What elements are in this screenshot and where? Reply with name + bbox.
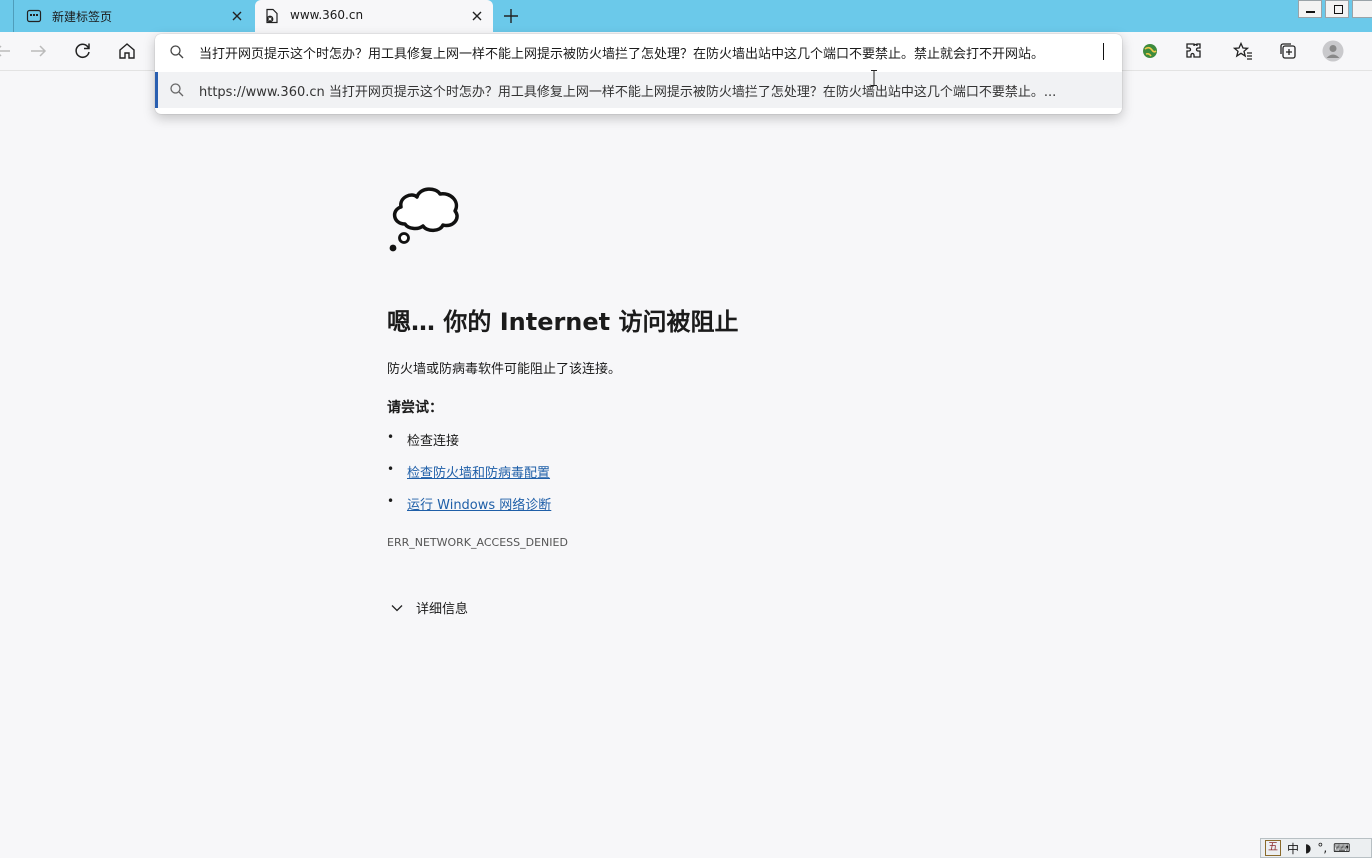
details-toggle[interactable]: 详细信息 bbox=[390, 598, 468, 617]
address-input[interactable]: 当打开网页提示这个时怎办？用工具修复上网一样不能上网提示被防火墙拦了怎处理？在防… bbox=[199, 43, 1109, 62]
search-icon bbox=[170, 83, 184, 97]
text-caret bbox=[1103, 43, 1104, 60]
extension-globe-icon[interactable] bbox=[1140, 41, 1160, 61]
punctuation-icon[interactable]: °, bbox=[1317, 841, 1327, 855]
close-window-button[interactable] bbox=[1352, 0, 1372, 18]
new-tab-page-icon bbox=[26, 9, 42, 23]
back-icon[interactable] bbox=[0, 41, 12, 61]
address-bar-dropdown: 当打开网页提示这个时怎办？用工具修复上网一样不能上网提示被防火墙拦了怎处理？在防… bbox=[155, 34, 1122, 114]
restore-button[interactable] bbox=[1325, 0, 1349, 18]
chevron-down-icon bbox=[391, 604, 403, 611]
list-item: 检查连接 bbox=[387, 430, 551, 462]
suggestion-row[interactable]: https://www.360.cn 当打开网页提示这个时怎办？用工具修复上网一… bbox=[155, 72, 1122, 108]
collections-icon[interactable] bbox=[1278, 41, 1298, 61]
forward-icon[interactable] bbox=[29, 41, 49, 61]
error-description: 防火墙或防病毒软件可能阻止了该连接。 bbox=[387, 362, 622, 377]
keyboard-icon[interactable]: ⌨ bbox=[1333, 841, 1350, 855]
check-firewall-link[interactable]: 检查防火墙和防病毒配置 bbox=[407, 466, 550, 481]
refresh-icon[interactable] bbox=[73, 41, 93, 61]
thought-cloud-icon bbox=[389, 187, 459, 252]
tab-www-360[interactable]: www.360.cn bbox=[255, 0, 493, 32]
details-label: 详细信息 bbox=[416, 602, 469, 617]
extensions-icon[interactable] bbox=[1184, 41, 1204, 61]
home-icon[interactable] bbox=[117, 41, 137, 61]
suggestion-text: https://www.360.cn 当打开网页提示这个时怎办？用工具修复上网一… bbox=[199, 85, 1057, 100]
address-bar[interactable]: 当打开网页提示这个时怎办？用工具修复上网一样不能上网提示被防火墙拦了怎处理？在防… bbox=[155, 34, 1122, 70]
list-item: 检查防火墙和防病毒配置 bbox=[387, 462, 551, 494]
check-connection-text: 检查连接 bbox=[407, 434, 460, 449]
moon-icon[interactable]: ◗ bbox=[1305, 841, 1311, 855]
error-code: ERR_NETWORK_ACCESS_DENIED bbox=[387, 536, 568, 549]
suggestion-list: 检查连接 检查防火墙和防病毒配置 运行 Windows 网络诊断 bbox=[387, 430, 551, 526]
try-heading: 请尝试： bbox=[387, 400, 443, 416]
minimize-button[interactable] bbox=[1298, 0, 1322, 18]
tab-strip: 新建标签页 www.360.cn bbox=[0, 0, 1372, 32]
error-title: 嗯… 你的 Internet 访问被阻止 bbox=[387, 308, 739, 336]
close-icon[interactable] bbox=[229, 8, 245, 24]
ime-mode-indicator[interactable]: 五 bbox=[1265, 840, 1281, 856]
profile-avatar-icon[interactable] bbox=[1322, 40, 1344, 62]
tab-title: 新建标签页 bbox=[52, 10, 113, 24]
new-tab-plus-icon[interactable] bbox=[501, 6, 521, 26]
window-controls bbox=[1295, 0, 1372, 18]
tab-new-tab[interactable]: 新建标签页 bbox=[13, 0, 253, 32]
network-diagnostics-link[interactable]: 运行 Windows 网络诊断 bbox=[407, 498, 551, 513]
list-item: 运行 Windows 网络诊断 bbox=[387, 494, 551, 526]
blocked-page-icon bbox=[266, 8, 278, 24]
ime-language[interactable]: 中 bbox=[1287, 840, 1299, 857]
tab-title: www.360.cn bbox=[290, 8, 364, 22]
favorites-icon[interactable] bbox=[1233, 41, 1253, 61]
search-icon bbox=[170, 45, 184, 59]
mouse-ibeam-cursor bbox=[871, 70, 877, 86]
ime-toolbar: 五 中 ◗ °, ⌨ bbox=[1260, 838, 1372, 858]
close-icon[interactable] bbox=[469, 8, 485, 24]
